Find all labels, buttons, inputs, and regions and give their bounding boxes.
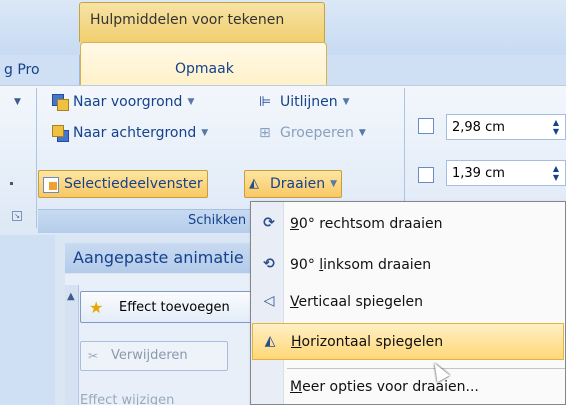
label-prefix: 90° — [290, 257, 320, 273]
task-pane-header: Aangepaste animatie — [65, 243, 255, 273]
remove-effect-button[interactable]: ✂ Verwijderen — [80, 341, 228, 371]
menu-item-flip-horizontal[interactable]: ◭ Horizontaal spiegelen — [252, 323, 564, 360]
spinner-arrows-icon[interactable]: ▲ ▼ — [553, 164, 559, 182]
menu-item-label: Meer opties voor draaien... — [290, 379, 479, 395]
access-key: H — [291, 334, 302, 350]
tab-previous[interactable]: g Pro — [0, 55, 80, 85]
menu-item-rotate-left[interactable]: ⟲ 90° linksom draaien — [252, 247, 564, 284]
add-effect-label: Effect toevoegen — [119, 300, 230, 315]
scrollbar[interactable]: ▲ — [65, 285, 79, 405]
bring-forward-icon — [52, 94, 69, 111]
chevron-down-icon[interactable]: ▼ — [14, 97, 21, 107]
menu-item-more-rotation-options[interactable]: Meer opties voor draaien... — [252, 369, 564, 405]
group-label: Groeperen — [280, 125, 354, 141]
menu-item-flip-vertical[interactable]: ◁ Verticaal spiegelen — [252, 284, 564, 321]
selection-pane-button[interactable]: Selectiedeelvenster — [38, 170, 208, 198]
flip-horizontal-icon: ◭ — [264, 333, 276, 349]
group-button[interactable]: ⊞ Groeperen ▼ — [259, 121, 366, 145]
bring-forward-button[interactable]: Naar voorgrond ▼ — [52, 90, 194, 114]
rotate-button[interactable]: ◭ Draaien ▼ — [244, 170, 342, 198]
chevron-down-icon: ▼ — [330, 179, 337, 189]
send-backward-label: Naar achtergrond — [73, 125, 197, 141]
remove-icon: ✂ — [88, 349, 99, 363]
chevron-down-icon: ▼ — [342, 97, 350, 107]
shape-width-input[interactable]: 1,39 cm ▲ ▼ — [446, 160, 566, 186]
group-icon: ⊞ — [259, 125, 271, 141]
scroll-up-icon[interactable]: ▲ — [67, 291, 75, 302]
menu-item-rotate-right[interactable]: ⟳ 90° rechtsom draaien — [252, 206, 564, 243]
shape-width-value: 1,39 cm — [452, 166, 505, 181]
label-suffix: erticaal spiegelen — [298, 294, 424, 310]
chevron-down-icon: ▼ — [187, 97, 195, 107]
rotate-right-icon: ⟳ — [263, 215, 275, 231]
chevron-down-icon: ▼ — [201, 128, 209, 138]
task-pane-title: Aangepaste animatie — [73, 248, 244, 267]
menu-item-label: 90° rechtsom draaien — [290, 216, 443, 232]
shape-height-input[interactable]: 2,98 cm ▲ ▼ — [446, 114, 566, 140]
remove-effect-label: Verwijderen — [111, 348, 188, 363]
selection-pane-label: Selectiedeelvenster — [64, 176, 203, 192]
contextual-tab-header: Hulpmiddelen voor tekenen — [79, 2, 325, 42]
change-effect-label: Effect wijzigen — [80, 393, 175, 405]
label-suffix: inksom draaien — [323, 257, 432, 273]
access-key: M — [290, 379, 303, 395]
tab-previous-label: g Pro — [4, 62, 40, 78]
shape-width-icon — [418, 167, 434, 183]
send-backward-button[interactable]: Naar achtergrond ▼ — [52, 121, 208, 145]
arrange-group-label: Schikken — [188, 213, 247, 228]
rotate-dropdown-menu: ⟳ 90° rechtsom draaien ⟲ 90° linksom dra… — [250, 201, 566, 405]
rotate-left-icon: ⟲ — [263, 256, 275, 272]
menu-item-label: 90° linksom draaien — [290, 257, 431, 273]
menu-item-label: Verticaal spiegelen — [290, 294, 423, 310]
tab-opmaak[interactable]: Opmaak — [80, 42, 327, 86]
group-separator — [36, 88, 37, 228]
label-suffix: orizontaal spiegelen — [301, 334, 444, 350]
align-label: Uitlijnen — [280, 94, 338, 110]
label-suffix: 0° rechtsom draaien — [298, 216, 443, 232]
send-backward-icon — [52, 125, 69, 142]
dialog-launcher-icon[interactable]: ↘ — [12, 211, 22, 221]
flip-vertical-icon: ◁ — [263, 293, 275, 309]
align-icon: ⊫ — [259, 94, 272, 110]
tab-opmaak-label: Opmaak — [175, 61, 234, 77]
spinner-arrows-icon[interactable]: ▲ ▼ — [553, 118, 559, 136]
shape-height-icon — [418, 118, 434, 134]
star-icon: ★ — [89, 298, 104, 317]
add-effect-button[interactable]: ★ Effect toevoegen — [80, 291, 255, 323]
rotate-icon: ◭ — [249, 176, 259, 191]
access-key: V — [290, 294, 299, 310]
align-button[interactable]: ⊫ Uitlijnen ▼ — [259, 90, 350, 114]
bring-forward-label: Naar voorgrond — [73, 94, 183, 110]
shape-height-value: 2,98 cm — [452, 120, 505, 135]
label-suffix: eer opties voor draaien... — [302, 379, 479, 395]
menu-item-label: Horizontaal spiegelen — [291, 334, 443, 350]
contextual-tab-title: Hulpmiddelen voor tekenen — [90, 12, 285, 28]
chevron-down-icon: ▼ — [358, 128, 366, 138]
dot-marker — [10, 182, 13, 185]
rotate-label: Draaien — [270, 176, 326, 192]
access-key: 9 — [290, 216, 299, 232]
selection-pane-icon — [43, 176, 59, 193]
